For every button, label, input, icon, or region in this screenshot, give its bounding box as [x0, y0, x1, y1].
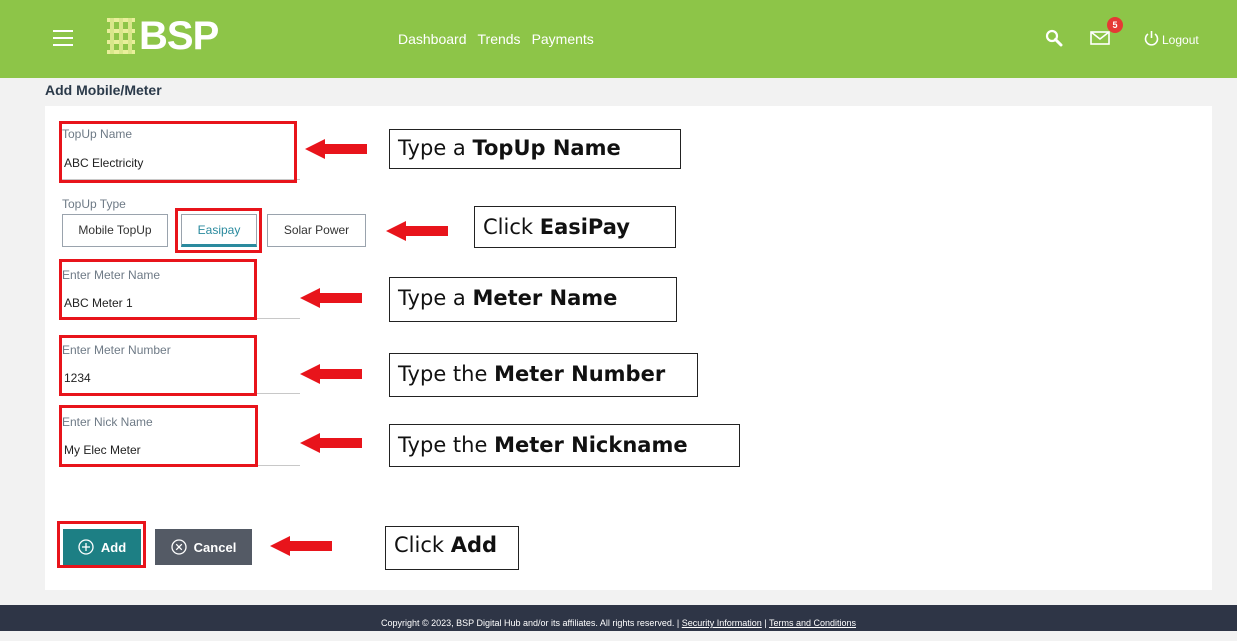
callout-nick-name: Type the Meter Nickname: [389, 424, 740, 467]
nav-payments[interactable]: Payments: [532, 31, 594, 47]
bsp-logo: BSP: [107, 14, 219, 58]
callout-bold: Meter Name: [472, 286, 618, 310]
callout-bold: Meter Nickname: [494, 433, 688, 457]
hamburger-menu-icon[interactable]: [53, 30, 73, 46]
callout-prefix: Click: [483, 215, 540, 239]
callout-bold: Meter Number: [494, 362, 666, 386]
left-arrow-icon: [300, 288, 362, 308]
logout-link[interactable]: Logout: [1162, 33, 1199, 47]
search-icon[interactable]: [1045, 29, 1063, 47]
left-arrow-icon: [300, 364, 362, 384]
callout-prefix: Click: [394, 533, 451, 557]
nav-trends[interactable]: Trends: [478, 31, 521, 47]
solar-power-button[interactable]: Solar Power: [267, 214, 366, 247]
annotation-box-topup-name: [59, 121, 297, 183]
callout-topup-name: Type a TopUp Name: [389, 129, 681, 169]
cancel-button[interactable]: Cancel: [155, 529, 252, 565]
callout-bold: Add: [450, 533, 498, 557]
terms-and-conditions-link[interactable]: Terms and Conditions: [769, 618, 856, 628]
callout-bold: EasiPay: [539, 215, 630, 239]
annotation-box-meter-name: [59, 259, 257, 320]
footer-copyright: Copyright © 2023, BSP Digital Hub and/or…: [380, 618, 682, 628]
power-icon[interactable]: [1143, 30, 1160, 47]
topup-type-label: TopUp Type: [62, 197, 126, 211]
callout-bold: TopUp Name: [472, 136, 621, 160]
logo-mark-icon: [107, 18, 135, 54]
left-arrow-icon: [300, 433, 362, 453]
callout-prefix: Type the: [398, 433, 495, 457]
security-information-link[interactable]: Security Information: [682, 618, 762, 628]
annotation-box-easipay: [175, 208, 262, 253]
footer: Copyright © 2023, BSP Digital Hub and/or…: [0, 605, 1237, 631]
callout-prefix: Type the: [398, 362, 495, 386]
callout-easipay: Click EasiPay: [474, 206, 676, 248]
annotation-box-meter-number: [59, 335, 257, 396]
annotation-box-nick-name: [59, 405, 258, 467]
main-nav: Dashboard Trends Payments: [398, 31, 594, 47]
mobile-topup-button[interactable]: Mobile TopUp: [62, 214, 168, 247]
footer-separator: |: [761, 618, 769, 628]
mail-icon[interactable]: [1090, 30, 1110, 46]
logo-text: BSP: [139, 14, 219, 58]
callout-prefix: Type a: [398, 286, 473, 310]
callout-meter-name: Type a Meter Name: [389, 277, 677, 322]
cancel-button-label: Cancel: [193, 539, 237, 555]
annotation-box-add: [57, 521, 146, 568]
left-arrow-icon: [386, 221, 448, 241]
page-title: Add Mobile/Meter: [45, 82, 162, 98]
top-bar: BSP Dashboard Trends Payments 5 Logout: [0, 0, 1237, 78]
callout-meter-number: Type the Meter Number: [389, 353, 698, 397]
callout-add: Click Add: [385, 526, 519, 570]
left-arrow-icon: [305, 139, 367, 159]
left-arrow-icon: [270, 536, 332, 556]
nav-dashboard[interactable]: Dashboard: [398, 31, 467, 47]
close-circle-icon: [171, 539, 187, 555]
callout-prefix: Type a: [398, 136, 473, 160]
notification-badge: 5: [1107, 17, 1123, 33]
